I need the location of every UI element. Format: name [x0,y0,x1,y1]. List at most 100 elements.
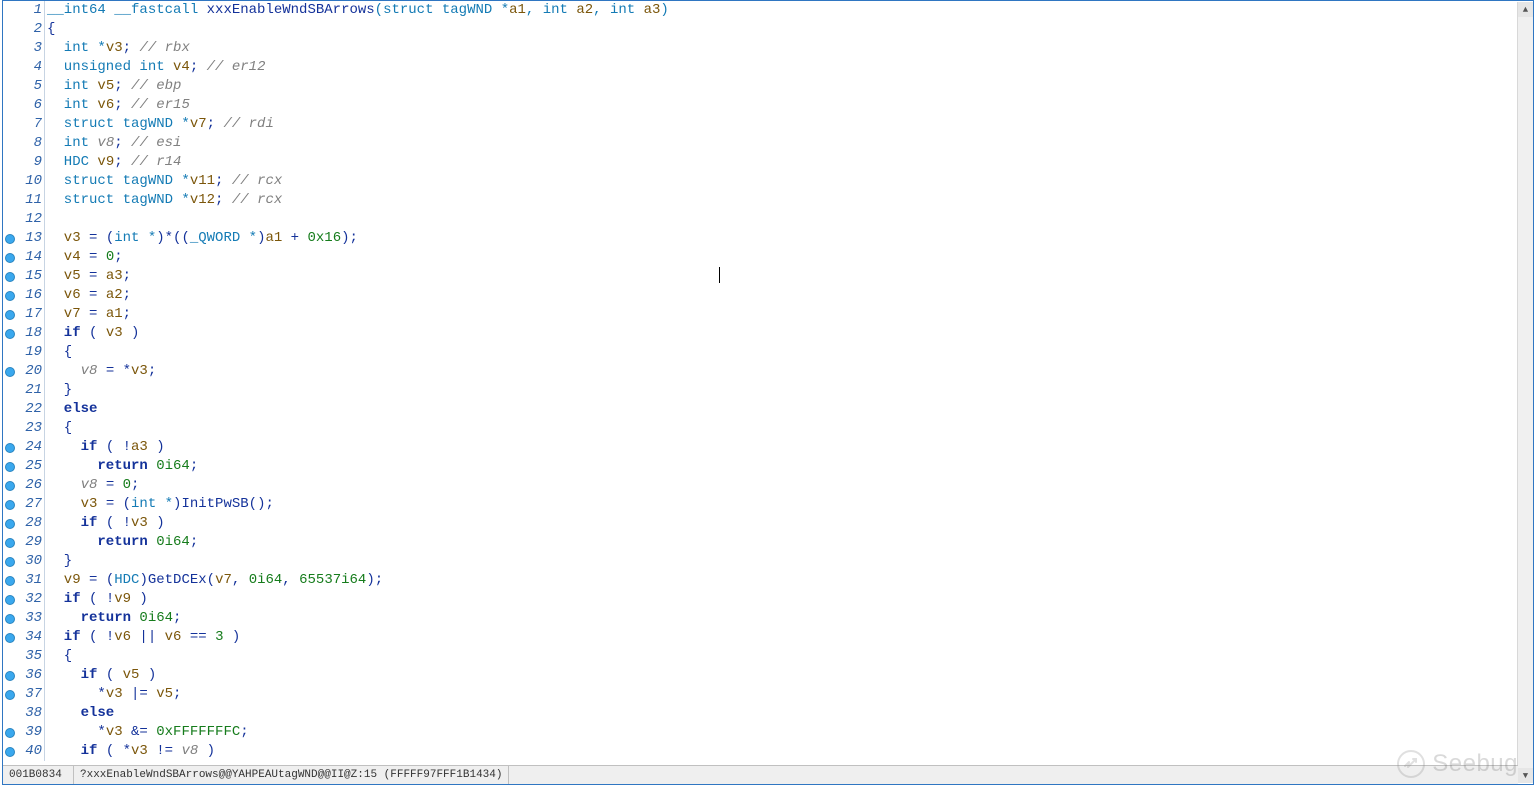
code-line[interactable]: 18 if ( v3 ) [3,324,1533,343]
breakpoint-dot-icon[interactable] [5,272,15,282]
code-text[interactable]: { [45,647,1533,666]
code-text[interactable]: v4 = 0; [45,248,1533,267]
code-line[interactable]: 23 { [3,419,1533,438]
code-line[interactable]: 20 v8 = *v3; [3,362,1533,381]
code-text[interactable] [45,210,1533,229]
code-lines[interactable]: 1__int64 __fastcall xxxEnableWndSBArrows… [3,1,1533,761]
breakpoint-gutter[interactable] [3,115,17,134]
breakpoint-dot-icon[interactable] [5,728,15,738]
breakpoint-dot-icon[interactable] [5,367,15,377]
code-text[interactable]: struct tagWND *v7; // rdi [45,115,1533,134]
vertical-scrollbar[interactable]: ▲ ▼ [1517,2,1533,783]
breakpoint-gutter[interactable] [3,343,17,362]
code-line[interactable]: 22 else [3,400,1533,419]
breakpoint-dot-icon[interactable] [5,538,15,548]
code-text[interactable]: } [45,381,1533,400]
code-text[interactable]: v3 = (int *)*((_QWORD *)a1 + 0x16); [45,229,1533,248]
code-text[interactable]: if ( v3 ) [45,324,1533,343]
breakpoint-dot-icon[interactable] [5,519,15,529]
code-line[interactable]: 16 v6 = a2; [3,286,1533,305]
code-line[interactable]: 12 [3,210,1533,229]
code-line[interactable]: 40 if ( *v3 != v8 ) [3,742,1533,761]
scroll-up-icon[interactable]: ▲ [1518,2,1533,17]
code-line[interactable]: 33 return 0i64; [3,609,1533,628]
code-line[interactable]: 24 if ( !a3 ) [3,438,1533,457]
breakpoint-gutter[interactable] [3,58,17,77]
breakpoint-dot-icon[interactable] [5,690,15,700]
breakpoint-gutter[interactable] [3,533,17,552]
breakpoint-gutter[interactable] [3,248,17,267]
code-line[interactable]: 26 v8 = 0; [3,476,1533,495]
code-line[interactable]: 25 return 0i64; [3,457,1533,476]
breakpoint-gutter[interactable] [3,172,17,191]
code-area[interactable]: 1__int64 __fastcall xxxEnableWndSBArrows… [3,1,1533,765]
code-text[interactable]: { [45,419,1533,438]
breakpoint-gutter[interactable] [3,20,17,39]
breakpoint-gutter[interactable] [3,324,17,343]
code-line[interactable]: 34 if ( !v6 || v6 == 3 ) [3,628,1533,647]
code-text[interactable]: } [45,552,1533,571]
code-line[interactable]: 36 if ( v5 ) [3,666,1533,685]
code-text[interactable]: int v6; // er15 [45,96,1533,115]
breakpoint-dot-icon[interactable] [5,462,15,472]
breakpoint-gutter[interactable] [3,134,17,153]
breakpoint-gutter[interactable] [3,286,17,305]
code-line[interactable]: 2{ [3,20,1533,39]
code-text[interactable]: if ( *v3 != v8 ) [45,742,1533,761]
breakpoint-gutter[interactable] [3,39,17,58]
breakpoint-gutter[interactable] [3,362,17,381]
breakpoint-gutter[interactable] [3,267,17,286]
code-text[interactable]: { [45,343,1533,362]
code-text[interactable]: return 0i64; [45,533,1533,552]
code-text[interactable]: *v3 &= 0xFFFFFFFC; [45,723,1533,742]
code-text[interactable]: int *v3; // rbx [45,39,1533,58]
code-text[interactable]: v8 = *v3; [45,362,1533,381]
breakpoint-gutter[interactable] [3,400,17,419]
breakpoint-gutter[interactable] [3,476,17,495]
code-text[interactable]: if ( !a3 ) [45,438,1533,457]
code-line[interactable]: 9 HDC v9; // r14 [3,153,1533,172]
code-text[interactable]: int v8; // esi [45,134,1533,153]
code-line[interactable]: 31 v9 = (HDC)GetDCEx(v7, 0i64, 65537i64)… [3,571,1533,590]
scroll-down-icon[interactable]: ▼ [1518,768,1533,783]
breakpoint-dot-icon[interactable] [5,595,15,605]
code-text[interactable]: HDC v9; // r14 [45,153,1533,172]
breakpoint-dot-icon[interactable] [5,557,15,567]
code-line[interactable]: 32 if ( !v9 ) [3,590,1533,609]
code-text[interactable]: struct tagWND *v11; // rcx [45,172,1533,191]
code-line[interactable]: 37 *v3 |= v5; [3,685,1533,704]
code-text[interactable]: v6 = a2; [45,286,1533,305]
code-line[interactable]: 10 struct tagWND *v11; // rcx [3,172,1533,191]
code-line[interactable]: 14 v4 = 0; [3,248,1533,267]
code-text[interactable]: if ( v5 ) [45,666,1533,685]
code-line[interactable]: 11 struct tagWND *v12; // rcx [3,191,1533,210]
code-line[interactable]: 7 struct tagWND *v7; // rdi [3,115,1533,134]
breakpoint-dot-icon[interactable] [5,576,15,586]
code-line[interactable]: 28 if ( !v3 ) [3,514,1533,533]
breakpoint-gutter[interactable] [3,191,17,210]
breakpoint-gutter[interactable] [3,96,17,115]
breakpoint-dot-icon[interactable] [5,500,15,510]
code-line[interactable]: 13 v3 = (int *)*((_QWORD *)a1 + 0x16); [3,229,1533,248]
code-text[interactable]: else [45,400,1533,419]
breakpoint-gutter[interactable] [3,153,17,172]
breakpoint-dot-icon[interactable] [5,481,15,491]
breakpoint-gutter[interactable] [3,305,17,324]
breakpoint-gutter[interactable] [3,552,17,571]
code-line[interactable]: 19 { [3,343,1533,362]
breakpoint-gutter[interactable] [3,419,17,438]
breakpoint-gutter[interactable] [3,457,17,476]
code-line[interactable]: 21 } [3,381,1533,400]
code-text[interactable]: struct tagWND *v12; // rcx [45,191,1533,210]
breakpoint-gutter[interactable] [3,685,17,704]
breakpoint-dot-icon[interactable] [5,234,15,244]
breakpoint-dot-icon[interactable] [5,747,15,757]
code-line[interactable]: 27 v3 = (int *)InitPwSB(); [3,495,1533,514]
breakpoint-gutter[interactable] [3,495,17,514]
code-text[interactable]: return 0i64; [45,609,1533,628]
code-line[interactable]: 3 int *v3; // rbx [3,39,1533,58]
code-text[interactable]: *v3 |= v5; [45,685,1533,704]
code-line[interactable]: 5 int v5; // ebp [3,77,1533,96]
code-line[interactable]: 4 unsigned int v4; // er12 [3,58,1533,77]
breakpoint-gutter[interactable] [3,514,17,533]
